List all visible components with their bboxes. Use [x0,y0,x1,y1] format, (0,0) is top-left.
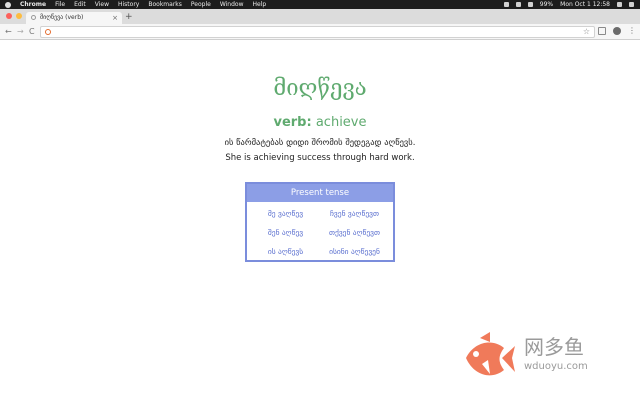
back-button[interactable]: ← [5,26,12,37]
bookmark-star-icon[interactable]: ☆ [583,26,590,37]
browser-toolbar: ← → C ☆ ⋮ [0,24,640,40]
browser-tab[interactable]: მიღწევა (verb) × [26,12,122,24]
tab-close-icon[interactable]: × [112,13,118,23]
menu-help[interactable]: Help [253,0,267,9]
watermark-url: wduoyu.com [524,361,588,372]
fish-logo-icon [466,332,515,376]
georgian-example-sentence: ის წარმატებას დიდი შრომის შედეგად აღწევს… [224,138,416,148]
forward-button[interactable]: → [17,26,24,37]
watermark-brand: 网多鱼 [524,335,584,359]
browser-menu-icon[interactable]: ⋮ [628,27,636,35]
volume-icon[interactable] [527,2,533,7]
search-icon[interactable] [617,2,622,7]
menu-people[interactable]: People [191,0,211,9]
profile-avatar-icon[interactable] [613,27,621,35]
headword: მიღწევა [273,76,367,101]
watermark: 网多鱼 wduoyu.com [458,330,638,392]
window-minimize-button[interactable] [16,13,22,19]
wifi-icon[interactable] [515,2,521,7]
conj-first-plural: ჩვენ ვაღწევთ [330,209,379,218]
clock[interactable]: Mon Oct 1 12:58 [560,0,610,9]
conjugation-table: Present tense მე ვაღწევ ჩვენ ვაღწევთ შენ… [245,182,395,262]
battery-percent[interactable]: 99% [540,0,553,9]
translation: achieve [315,115,367,130]
menu-bookmarks[interactable]: Bookmarks [148,0,182,9]
part-of-speech: verb: [273,115,312,130]
site-info-icon[interactable] [45,29,51,35]
extension-icon[interactable] [598,27,606,35]
apple-menu-icon[interactable] [5,2,11,8]
status-icon[interactable] [503,2,509,7]
reload-button[interactable]: C [29,26,35,37]
new-tab-button[interactable]: + [125,12,133,22]
menu-history[interactable]: History [118,0,139,9]
address-bar[interactable]: ☆ [40,26,595,38]
menu-file[interactable]: File [55,0,65,9]
tab-strip: მიღწევა (verb) × + [0,9,640,24]
menu-app-name[interactable]: Chrome [20,0,46,9]
conj-third-plural: ისინი აღწევენ [329,247,380,256]
conj-third-singular: ის აღწევს [267,247,304,256]
conjugation-grid: მე ვაღწევ ჩვენ ვაღწევთ შენ აღწევ თქვენ ა… [247,202,393,261]
menu-window[interactable]: Window [220,0,244,9]
mac-menu-bar: Chrome File Edit View History Bookmarks … [0,0,640,9]
conj-second-singular: შენ აღწევ [267,228,304,237]
tab-favicon-icon [31,15,36,20]
conj-second-plural: თქვენ აღწევთ [328,228,381,237]
definition-line: verb: achieve [0,115,640,131]
menu-list-icon[interactable] [629,2,634,7]
menu-view[interactable]: View [95,0,109,9]
window-close-button[interactable] [6,13,12,19]
menu-edit[interactable]: Edit [74,0,86,9]
conj-first-singular: მე ვაღწევ [267,209,304,218]
conjugation-header: Present tense [247,184,393,202]
tab-title: მიღწევა (verb) [40,14,84,21]
english-example-sentence: She is achieving success through hard wo… [225,153,415,163]
